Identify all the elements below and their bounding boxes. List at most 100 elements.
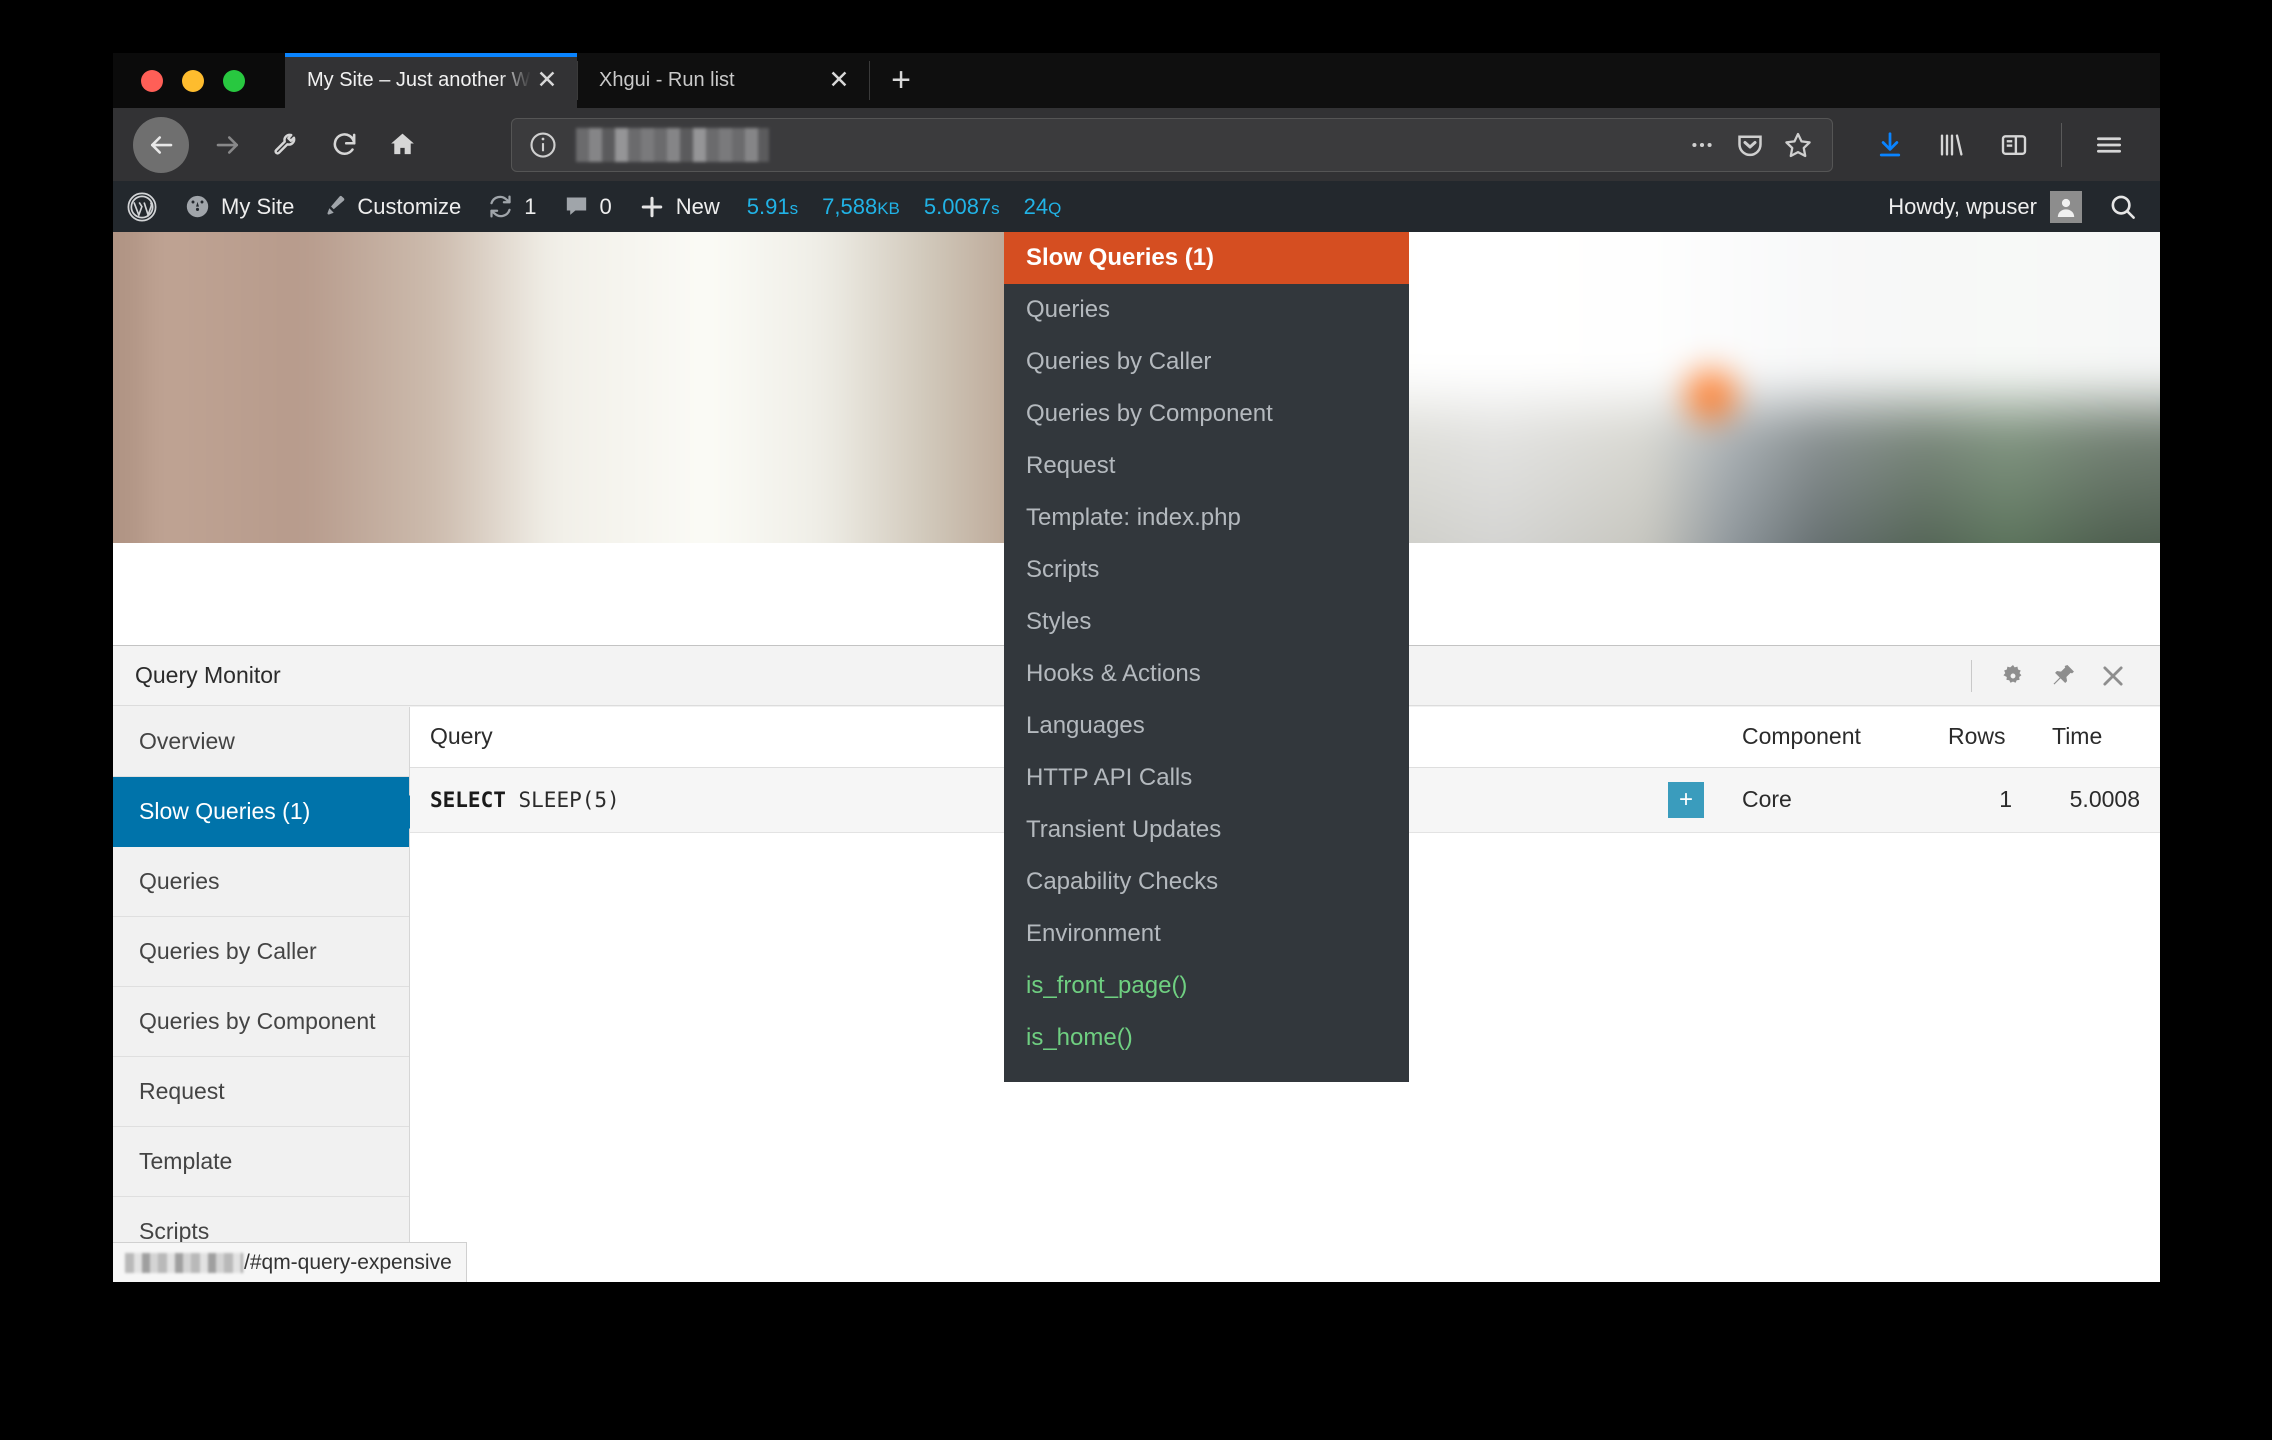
adminbar-updates[interactable]: 1 bbox=[474, 181, 549, 232]
star-icon[interactable] bbox=[1774, 123, 1822, 167]
cell-rows: 1 bbox=[1928, 767, 2032, 833]
qm-nav-slow-queries[interactable]: Slow Queries (1) bbox=[113, 777, 409, 847]
gear-icon[interactable] bbox=[1988, 651, 2038, 701]
link-status-tooltip: /#qm-query-expensive bbox=[113, 1242, 467, 1282]
tab-title: My Site – Just another WordPress si bbox=[307, 69, 531, 91]
adminbar-comments[interactable]: 0 bbox=[550, 181, 625, 232]
plus-icon bbox=[638, 193, 666, 221]
qm-menu-hooks-and-actions[interactable]: Hooks & Actions bbox=[1004, 648, 1409, 700]
query-monitor-dropdown-menu: Slow Queries (1) Queries Queries by Call… bbox=[1004, 232, 1409, 1082]
maximize-window-button[interactable] bbox=[223, 69, 245, 92]
adminbar-my-site[interactable]: My Site bbox=[171, 181, 307, 232]
expand-row-button[interactable]: + bbox=[1668, 781, 1704, 818]
qm-nav-queries-by-caller[interactable]: Queries by Caller bbox=[113, 917, 409, 987]
close-tab-icon[interactable]: ✕ bbox=[531, 65, 563, 97]
qm-menu-scripts[interactable]: Scripts bbox=[1004, 544, 1409, 596]
page-viewport: My Site Customize 1 0 New 5.91s 7,588KB … bbox=[113, 181, 2160, 1282]
ellipsis-icon[interactable] bbox=[1678, 123, 1726, 167]
forward-arrow-icon[interactable] bbox=[199, 116, 257, 174]
cell-toggle: + bbox=[1648, 767, 1722, 833]
qm-menu-styles[interactable]: Styles bbox=[1004, 596, 1409, 648]
close-tab-icon[interactable]: ✕ bbox=[823, 65, 855, 97]
adminbar-right-group: Howdy, wpuser bbox=[1874, 181, 2160, 232]
tab-strip: My Site – Just another WordPress si ✕ Xh… bbox=[113, 53, 2160, 108]
column-header-component[interactable]: Component bbox=[1722, 707, 1928, 768]
adminbar-customize-label: Customize bbox=[357, 193, 462, 219]
qm-nav-queries[interactable]: Queries bbox=[113, 847, 409, 917]
close-icon[interactable] bbox=[2088, 651, 2138, 701]
browser-tab-my-site[interactable]: My Site – Just another WordPress si ✕ bbox=[285, 53, 577, 108]
qm-stat-page-time: 5.91s bbox=[746, 193, 799, 219]
avatar-icon bbox=[2050, 190, 2082, 223]
close-window-button[interactable] bbox=[141, 69, 163, 92]
wordpress-logo-icon bbox=[126, 191, 158, 223]
tab-strip-filler bbox=[933, 53, 2160, 108]
adminbar-my-site-label: My Site bbox=[221, 193, 295, 219]
qm-stat-db-time: 5.0087s bbox=[923, 193, 1000, 219]
adminbar-comments-count: 0 bbox=[599, 193, 612, 219]
qm-nav-overview[interactable]: Overview bbox=[113, 707, 409, 777]
column-header-time[interactable]: Time bbox=[2032, 707, 2160, 768]
url-input[interactable] bbox=[576, 127, 769, 162]
column-header-rows[interactable]: Rows bbox=[1928, 707, 2032, 768]
status-url-fragment: /#qm-query-expensive bbox=[244, 1250, 452, 1274]
sidebar-icon[interactable] bbox=[1983, 116, 2045, 174]
wrench-icon[interactable] bbox=[257, 116, 315, 174]
toolbar-divider bbox=[2061, 122, 2062, 167]
adminbar-customize[interactable]: Customize bbox=[307, 181, 474, 232]
adminbar-howdy[interactable]: Howdy, wpuser bbox=[1874, 190, 2096, 223]
window-controls bbox=[113, 53, 285, 108]
library-icon[interactable] bbox=[1921, 116, 1983, 174]
status-url-redacted bbox=[125, 1252, 243, 1273]
qm-menu-languages[interactable]: Languages bbox=[1004, 700, 1409, 752]
qm-menu-queries-by-component[interactable]: Queries by Component bbox=[1004, 388, 1409, 440]
adminbar-updates-count: 1 bbox=[524, 193, 537, 219]
sql-body: SLEEP(5) bbox=[518, 787, 620, 812]
pocket-icon[interactable] bbox=[1726, 123, 1774, 167]
qm-menu-environment[interactable]: Environment bbox=[1004, 908, 1409, 960]
column-header-toggle bbox=[1648, 707, 1722, 768]
new-tab-button[interactable]: + bbox=[869, 53, 933, 108]
qm-menu-http-api-calls[interactable]: HTTP API Calls bbox=[1004, 752, 1409, 804]
qm-stat-memory: 7,588KB bbox=[822, 193, 900, 219]
qm-menu-transient-updates[interactable]: Transient Updates bbox=[1004, 804, 1409, 856]
download-arrow-icon[interactable] bbox=[1859, 116, 1921, 174]
home-icon[interactable] bbox=[373, 116, 431, 174]
info-circle-icon[interactable] bbox=[528, 130, 562, 160]
back-arrow-icon[interactable] bbox=[133, 116, 189, 173]
tab-title: Xhgui - Run list bbox=[599, 69, 735, 91]
url-bar[interactable] bbox=[511, 117, 1833, 172]
qm-menu-request[interactable]: Request bbox=[1004, 440, 1409, 492]
comment-bubble-icon bbox=[563, 193, 590, 220]
panel-actions-divider bbox=[1971, 659, 1972, 692]
search-icon[interactable] bbox=[2096, 192, 2160, 222]
wp-admin-bar: My Site Customize 1 0 New 5.91s 7,588KB … bbox=[113, 181, 2160, 232]
reload-icon[interactable] bbox=[315, 116, 373, 174]
qm-menu-slow-queries[interactable]: Slow Queries (1) bbox=[1004, 232, 1409, 284]
sql-keyword: SELECT bbox=[430, 787, 506, 812]
qm-nav-request[interactable]: Request bbox=[113, 1057, 409, 1127]
navigation-toolbar bbox=[113, 108, 2160, 181]
qm-menu-is-front-page[interactable]: is_front_page() bbox=[1004, 960, 1409, 1012]
pin-icon[interactable] bbox=[2038, 651, 2088, 701]
adminbar-query-monitor[interactable]: 5.91s 7,588KB 5.0087s 24Q bbox=[732, 181, 1076, 232]
adminbar-new[interactable]: New bbox=[625, 181, 733, 232]
paintbrush-icon bbox=[320, 193, 347, 220]
qm-menu-is-home[interactable]: is_home() bbox=[1004, 1012, 1409, 1064]
hamburger-menu-icon[interactable] bbox=[2078, 116, 2140, 174]
browser-window: My Site – Just another WordPress si ✕ Xh… bbox=[113, 53, 2160, 1282]
dashboard-icon bbox=[184, 193, 211, 220]
minimize-window-button[interactable] bbox=[182, 69, 204, 92]
browser-tab-xhgui[interactable]: Xhgui - Run list ✕ bbox=[577, 53, 869, 108]
qm-menu-capability-checks[interactable]: Capability Checks bbox=[1004, 856, 1409, 908]
panel-actions bbox=[1971, 651, 2138, 701]
adminbar-wp-logo[interactable] bbox=[113, 181, 171, 232]
qm-menu-queries[interactable]: Queries bbox=[1004, 284, 1409, 336]
panel-title: Query Monitor bbox=[135, 662, 281, 688]
qm-nav-template[interactable]: Template bbox=[113, 1127, 409, 1197]
qm-menu-template[interactable]: Template: index.php bbox=[1004, 492, 1409, 544]
qm-menu-queries-by-caller[interactable]: Queries by Caller bbox=[1004, 336, 1409, 388]
cell-component: Core bbox=[1722, 767, 1928, 833]
qm-nav-queries-by-component[interactable]: Queries by Component bbox=[113, 987, 409, 1057]
cell-time: 5.0008 bbox=[2032, 767, 2160, 833]
